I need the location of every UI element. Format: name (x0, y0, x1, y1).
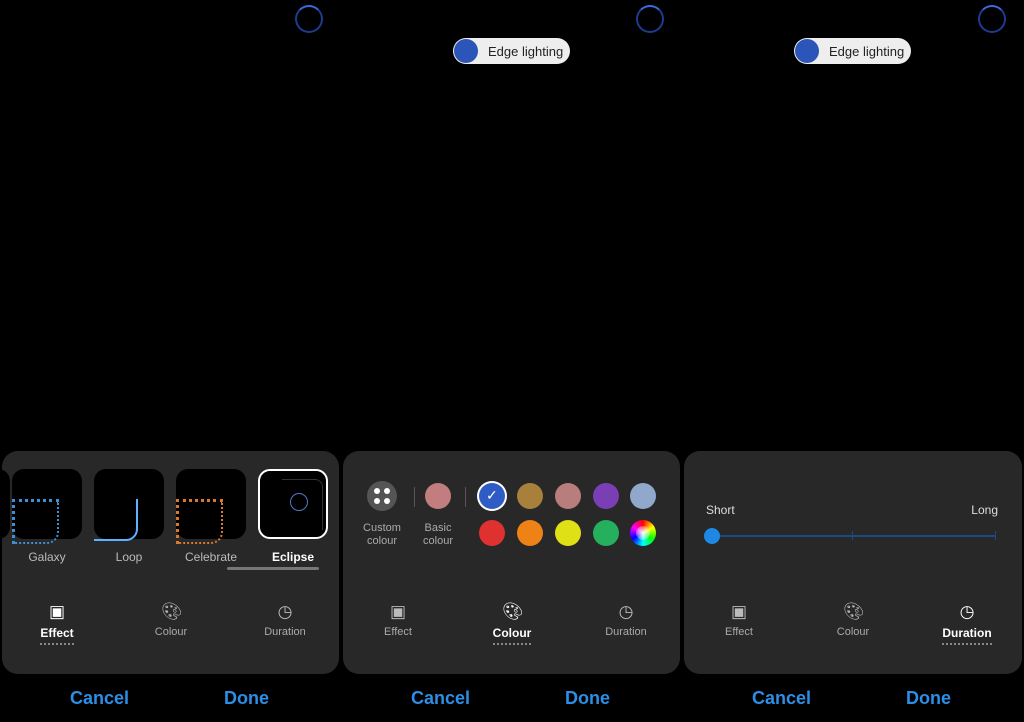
slider-tick (852, 531, 853, 540)
custom-colour-label: Custom colour (363, 522, 401, 547)
edge-lighting-label: Edge lighting (488, 44, 564, 59)
effect-icon: ▣ (389, 602, 407, 621)
done-button[interactable]: Done (565, 688, 610, 709)
tab-bar: ▣ Effect 🎨︎ Colour ◷ Duration (343, 602, 680, 652)
toggle-dot (454, 39, 478, 63)
palette-icon: 🎨︎ (502, 602, 524, 621)
clock-icon: ◷ (618, 602, 634, 621)
edge-lighting-toggle[interactable]: Edge lighting (794, 38, 911, 64)
done-button[interactable]: Done (906, 688, 951, 709)
colour-swatch[interactable] (593, 483, 619, 509)
edge-lighting-label: Edge lighting (829, 44, 905, 59)
tab-effect-label: Effect (384, 626, 412, 638)
tab-duration[interactable]: ◷ Duration (240, 602, 330, 638)
tab-duration[interactable]: ◷ Duration (581, 602, 671, 638)
tab-colour[interactable]: 🎨︎ Colour (126, 602, 216, 638)
duration-long-label: Long (971, 503, 998, 517)
effect-label-loop: Loop (115, 550, 143, 564)
camera-ring-icon (295, 5, 323, 33)
bottom-sheet: Galaxy Loop Celebrate Eclipse ▣ Effect 🎨… (2, 451, 339, 674)
effect-thumb-loop[interactable] (94, 469, 164, 541)
effect-label-galaxy: Galaxy (28, 550, 66, 564)
colour-swatch[interactable] (555, 483, 581, 509)
cancel-button[interactable]: Cancel (752, 688, 811, 709)
divider (465, 487, 466, 507)
bottom-sheet: Short Long ▣ Effect 🎨︎ Colour ◷ Duration (684, 451, 1022, 674)
basic-colour-swatch[interactable] (425, 483, 451, 509)
edge-lighting-colour-screen: Edge lighting Custom colour Basic colour ✓… (341, 0, 682, 722)
edge-lighting-effect-screen: Galaxy Loop Celebrate Eclipse ▣ Effect 🎨… (0, 0, 341, 722)
tab-colour-label: Colour (492, 626, 532, 645)
horizontal-scrollbar[interactable] (227, 567, 319, 570)
camera-ring-icon (636, 5, 664, 33)
tab-effect[interactable]: ▣ Effect (353, 602, 443, 638)
effect-thumb-partial[interactable] (2, 469, 10, 539)
edge-lighting-duration-screen: Edge lighting Short Long ▣ Effect 🎨︎ Col… (682, 0, 1024, 722)
effect-thumb-galaxy[interactable] (12, 469, 82, 544)
colour-wheel-swatch[interactable] (630, 520, 656, 546)
tab-colour[interactable]: 🎨︎ Colour (467, 602, 557, 645)
tab-effect[interactable]: ▣ Effect (12, 602, 102, 645)
camera-ring-icon (978, 5, 1006, 33)
colour-swatch[interactable] (630, 483, 656, 509)
tab-effect-label: Effect (725, 626, 753, 638)
colour-swatch[interactable]: ✓ (479, 483, 505, 509)
divider (414, 487, 415, 507)
bottom-sheet: Custom colour Basic colour ✓ ▣ Effect 🎨︎ C… (343, 451, 680, 674)
effect-icon: ▣ (48, 602, 66, 621)
colour-swatch[interactable] (479, 520, 505, 546)
effect-label-eclipse: Eclipse (271, 550, 315, 564)
effect-thumb-celebrate[interactable] (176, 469, 246, 544)
tab-duration[interactable]: ◷ Duration (922, 602, 1012, 645)
tab-duration-label: Duration (264, 626, 306, 638)
cancel-button[interactable]: Cancel (411, 688, 470, 709)
tab-bar: ▣ Effect 🎨︎ Colour ◷ Duration (684, 602, 1022, 652)
tab-duration-label: Duration (605, 626, 647, 638)
colour-swatch[interactable] (593, 520, 619, 546)
slider-tick (995, 531, 996, 540)
tab-colour[interactable]: 🎨︎ Colour (808, 602, 898, 638)
tab-colour-label: Colour (836, 626, 870, 638)
palette-icon: 🎨︎ (843, 602, 865, 621)
clock-icon: ◷ (959, 602, 975, 621)
basic-colour-label: Basic colour (423, 522, 453, 547)
edge-lighting-toggle[interactable]: Edge lighting (453, 38, 570, 64)
tab-duration-label: Duration (942, 626, 992, 645)
tab-colour-label: Colour (154, 626, 188, 638)
colour-swatch[interactable] (517, 520, 543, 546)
duration-slider-track[interactable] (712, 535, 996, 537)
duration-short-label: Short (706, 503, 735, 517)
check-icon: ✓ (486, 487, 498, 503)
colour-swatch[interactable] (517, 483, 543, 509)
tab-bar: ▣ Effect 🎨︎ Colour ◷ Duration (2, 602, 339, 652)
effect-label-celebrate: Celebrate (184, 550, 238, 564)
clock-icon: ◷ (277, 602, 293, 621)
custom-colour-icon[interactable] (367, 481, 397, 511)
toggle-dot (795, 39, 819, 63)
cancel-button[interactable]: Cancel (70, 688, 129, 709)
effect-icon: ▣ (730, 602, 748, 621)
palette-icon: 🎨︎ (161, 602, 183, 621)
tab-effect[interactable]: ▣ Effect (694, 602, 784, 638)
colour-swatch[interactable] (555, 520, 581, 546)
effect-thumb-eclipse[interactable] (258, 469, 328, 539)
done-button[interactable]: Done (224, 688, 269, 709)
tab-effect-label: Effect (40, 626, 74, 645)
duration-slider-thumb[interactable] (704, 528, 720, 544)
